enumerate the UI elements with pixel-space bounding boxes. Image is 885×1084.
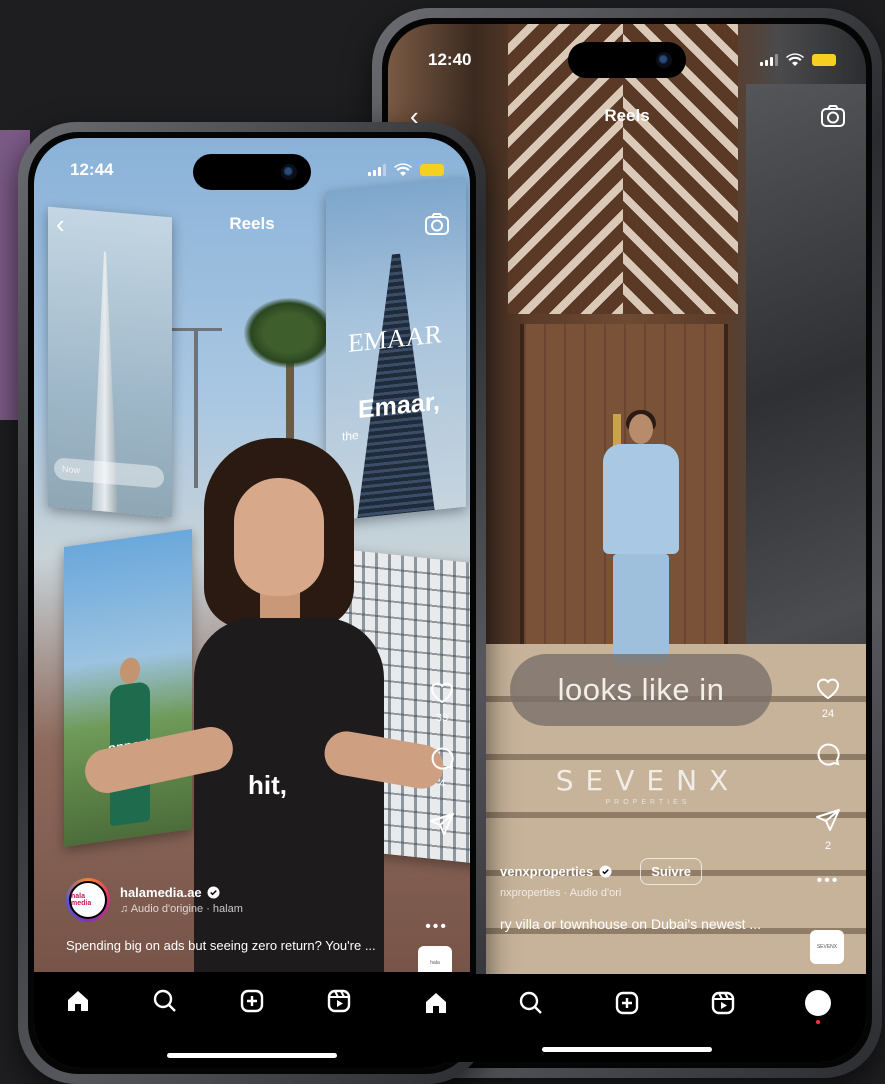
music-note-icon: ♫ bbox=[120, 903, 131, 915]
brand-name: SEVENX bbox=[555, 764, 741, 797]
wifi-icon bbox=[786, 53, 804, 66]
dynamic-island bbox=[193, 154, 311, 190]
subtitle-caption: hit, bbox=[248, 770, 287, 800]
nav-reels-icon[interactable] bbox=[324, 986, 354, 1016]
presenter-figure bbox=[593, 410, 689, 664]
nav-reels-icon[interactable] bbox=[708, 988, 738, 1018]
verified-badge-icon bbox=[207, 886, 220, 899]
battery-icon bbox=[420, 164, 444, 176]
more-options-icon[interactable]: ••• bbox=[817, 872, 840, 890]
phone-front: Now EMAAR Emaar, the opportu bbox=[18, 122, 486, 1084]
notification-dot bbox=[816, 1020, 821, 1024]
verified-badge-icon bbox=[599, 865, 612, 878]
reel-actions: 24 0 2 ••• bbox=[814, 674, 842, 890]
like-count: 33 bbox=[435, 712, 449, 724]
follow-button[interactable]: Suivre bbox=[640, 858, 702, 885]
nav-home-icon[interactable] bbox=[421, 988, 451, 1018]
chevron-left-icon[interactable]: ‹ bbox=[410, 103, 419, 129]
battery-icon bbox=[812, 54, 836, 66]
caption-overlay: looks like in bbox=[510, 654, 772, 726]
sevenx-logo: SEVENX PROPERTIES bbox=[538, 764, 758, 806]
like-count: 24 bbox=[821, 708, 835, 720]
page-title: Reels bbox=[229, 214, 275, 233]
signal-icon bbox=[760, 54, 778, 66]
status-time: 12:44 bbox=[70, 160, 114, 179]
reel-caption[interactable]: ry villa or townhouse on Dubai's newest … bbox=[500, 916, 761, 932]
reel-screen-front[interactable]: Now EMAAR Emaar, the opportu bbox=[34, 138, 470, 1068]
camera-icon[interactable] bbox=[424, 212, 450, 236]
nav-create-icon[interactable] bbox=[237, 986, 267, 1016]
heart-icon[interactable] bbox=[814, 674, 842, 702]
nav-home-icon[interactable] bbox=[63, 986, 93, 1016]
chevron-left-icon[interactable]: ‹ bbox=[56, 211, 65, 237]
share-count: 2 bbox=[824, 840, 832, 852]
share-icon[interactable] bbox=[428, 810, 456, 838]
avatar[interactable]: hala media bbox=[66, 878, 110, 922]
nav-search-icon[interactable] bbox=[516, 988, 546, 1018]
audio-label[interactable]: nxproperties · Audio d'ori bbox=[500, 887, 702, 899]
home-indicator[interactable] bbox=[542, 1047, 712, 1052]
reels-header: ‹ Reels bbox=[388, 103, 866, 129]
camera-icon[interactable] bbox=[820, 104, 846, 128]
signal-icon bbox=[368, 164, 386, 176]
page-title: Reels bbox=[604, 106, 650, 125]
username[interactable]: halamedia.ae bbox=[120, 885, 202, 900]
more-options-icon[interactable]: ••• bbox=[425, 918, 448, 936]
reel-video-front: Now EMAAR Emaar, the opportu bbox=[34, 138, 470, 1068]
reel-author: venxproperties Suivre nxproperties · Aud… bbox=[500, 858, 702, 899]
reel-actions: 33 4 bbox=[428, 678, 456, 838]
nav-create-icon[interactable] bbox=[612, 988, 642, 1018]
home-indicator[interactable] bbox=[167, 1053, 337, 1058]
comment-icon[interactable] bbox=[428, 744, 456, 772]
audio-label[interactable]: Audio d'origine · halam bbox=[131, 903, 243, 915]
status-time: 12:40 bbox=[428, 50, 472, 69]
nav-search-icon[interactable] bbox=[150, 986, 180, 1016]
phone-mockup-stage: 12:40 ‹ Reels looks like in SEVENX PROPE… bbox=[0, 0, 885, 1084]
wifi-icon bbox=[394, 163, 412, 176]
comment-icon[interactable] bbox=[814, 740, 842, 768]
emaar-caption: Emaar, bbox=[358, 387, 441, 424]
heart-icon[interactable] bbox=[428, 678, 456, 706]
reel-author: hala media halamedia.ae ♫ Audio d'origin… bbox=[66, 878, 243, 922]
emaar-logo: EMAAR bbox=[348, 319, 442, 359]
reel-caption[interactable]: Spending big on ads but seeing zero retu… bbox=[66, 938, 426, 953]
nav-profile-icon[interactable] bbox=[803, 988, 833, 1024]
reels-header: ‹ Reels bbox=[34, 211, 470, 237]
audio-thumbnail[interactable]: SEVENX bbox=[810, 930, 844, 964]
brand-subtitle: PROPERTIES bbox=[605, 799, 691, 806]
comment-count: 4 bbox=[438, 778, 446, 790]
dynamic-island bbox=[568, 42, 686, 78]
share-icon[interactable] bbox=[814, 806, 842, 834]
username[interactable]: venxproperties bbox=[500, 864, 593, 879]
avatar-text: hala media bbox=[69, 881, 107, 919]
